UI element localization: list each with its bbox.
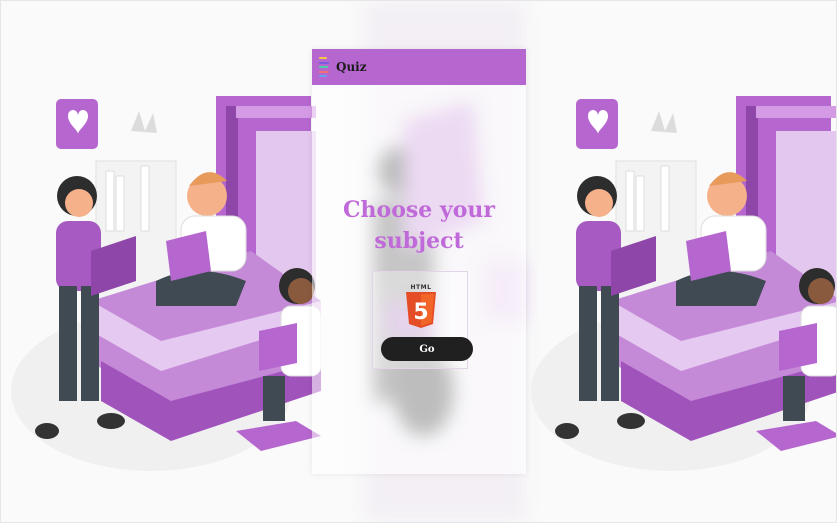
logo-stripe: [319, 61, 329, 64]
logo-stripe: [319, 66, 328, 68]
go-button[interactable]: Go: [381, 337, 473, 361]
app-window: Quiz Choose your subject HTML 5 Go: [0, 0, 837, 523]
background-illustration-right: [521, 1, 836, 522]
html5-badge-text: HTML: [410, 284, 432, 291]
subject-card-html: HTML 5 Go: [372, 271, 473, 369]
page-title: Choose your subject: [343, 197, 495, 254]
app-header: Quiz: [312, 49, 526, 85]
quiz-card: Quiz Choose your subject HTML 5 Go: [312, 49, 526, 474]
html5-shield: 5: [406, 292, 436, 328]
html5-icon: HTML 5: [404, 284, 438, 333]
logo-stripe: [319, 75, 327, 77]
reading-kids-illustration: [531, 96, 836, 471]
quiz-logo-icon: [319, 57, 331, 77]
html5-numeral: 5: [413, 300, 428, 325]
background-illustration-left: [1, 1, 321, 522]
logo-stripe: [319, 57, 327, 59]
reading-kids-illustration: [11, 96, 321, 471]
app-brand: Quiz: [336, 60, 367, 74]
logo-stripe: [319, 70, 329, 73]
